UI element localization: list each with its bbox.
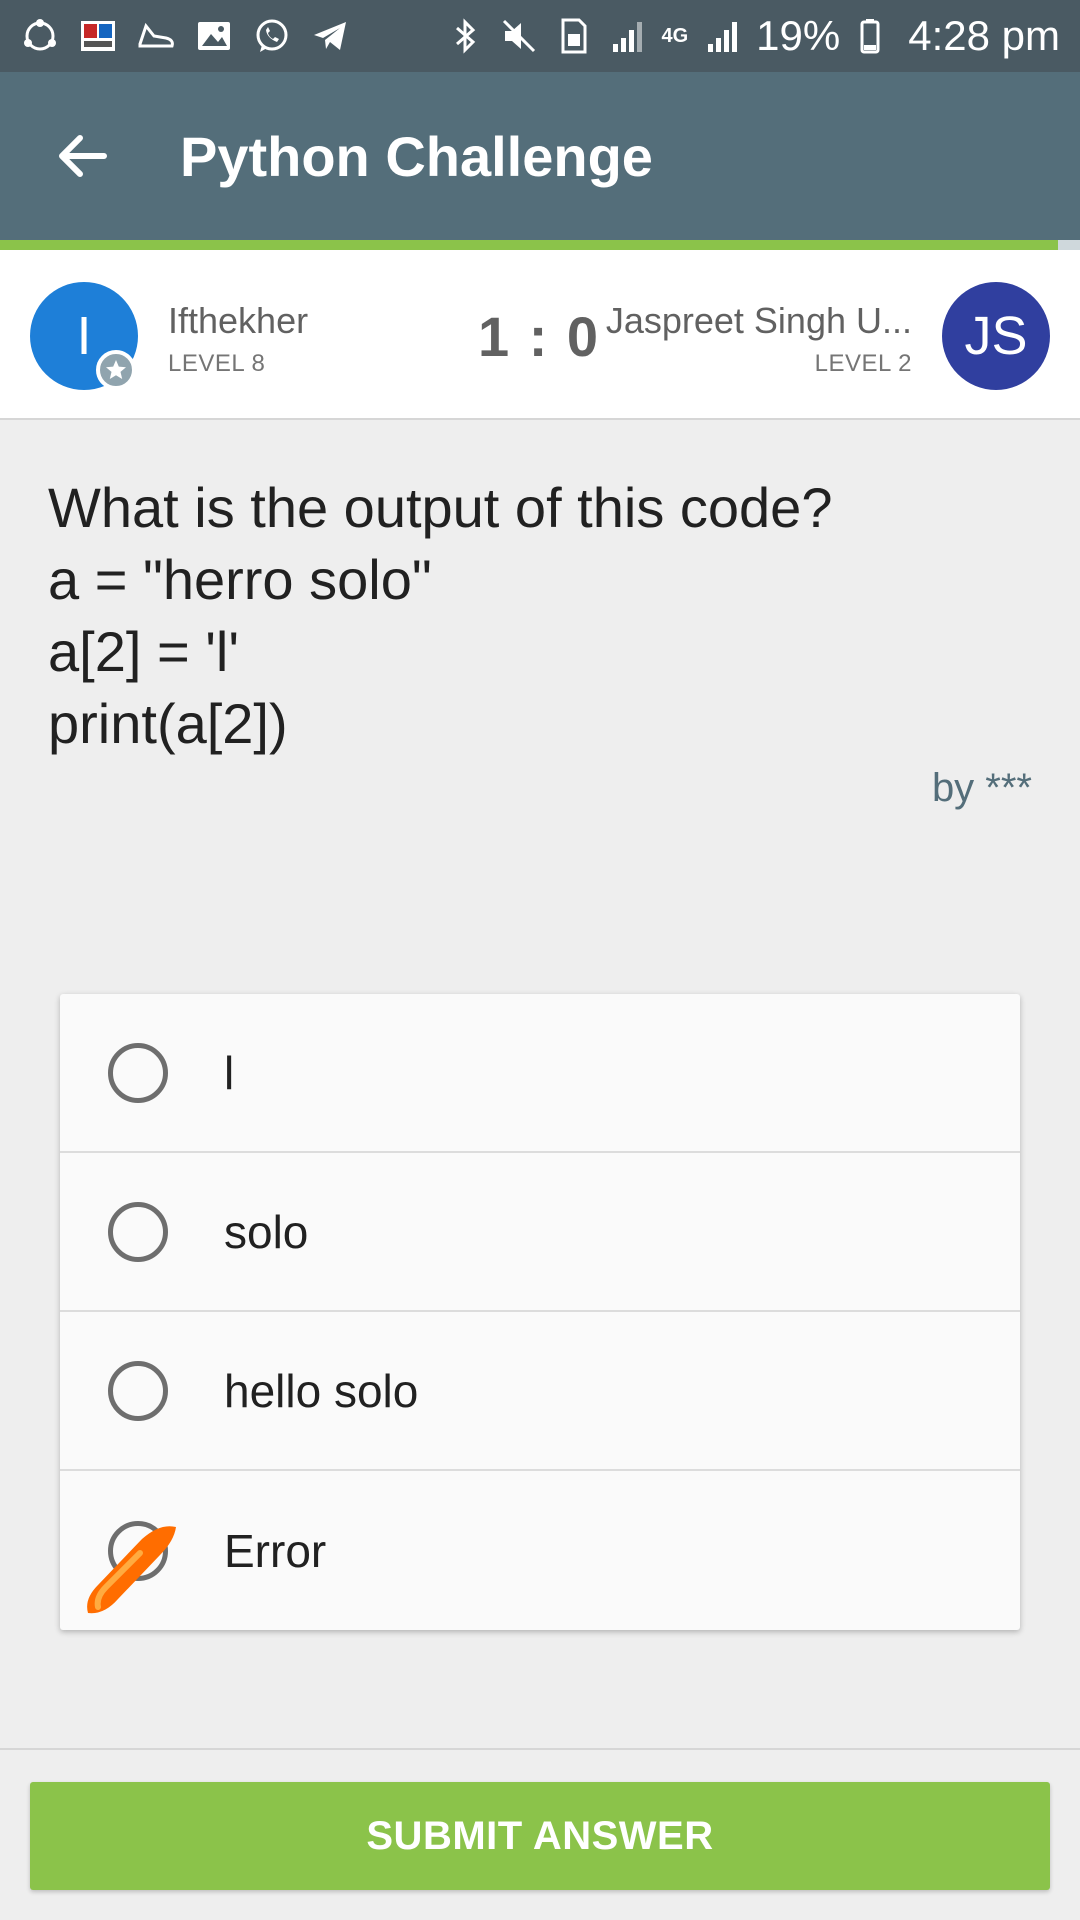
question-line: a = "herro solo" <box>48 548 432 611</box>
player1-name: Ifthekher <box>168 300 309 341</box>
question-text: What is the output of this code? a = "he… <box>48 472 1038 760</box>
answer-label: hello solo <box>224 1364 419 1417</box>
bluetooth-icon <box>445 16 485 56</box>
back-button[interactable] <box>22 96 142 216</box>
answer-option[interactable]: l <box>60 994 1020 1153</box>
status-bar: 4G 19% 4:28 pm <box>0 0 1080 72</box>
timer-progress-remaining <box>1058 240 1080 250</box>
shareit-icon <box>20 16 60 56</box>
player2-name: Jaspreet Singh U... <box>605 300 912 341</box>
star-badge-icon <box>96 350 136 390</box>
player2-initial: JS <box>964 306 1028 366</box>
score: 1 : 0 <box>478 305 601 368</box>
player1-initial: I <box>76 306 92 366</box>
app-bar: Python Challenge <box>0 72 1080 240</box>
answer-label: Error <box>224 1524 327 1577</box>
question-line: a[2] = 'l' <box>48 620 240 683</box>
arrow-back-icon <box>59 135 107 177</box>
question-line: print(a[2]) <box>48 692 288 755</box>
whatsapp-icon <box>252 16 292 56</box>
news-app-icon <box>78 16 118 56</box>
sim-icon <box>553 16 593 56</box>
submit-answer-button[interactable]: SUBMIT ANSWER <box>30 1782 1050 1890</box>
match-header: I Ifthekher LEVEL 8 1 : 0 Jaspreet Singh… <box>0 250 1080 420</box>
radio-button[interactable] <box>108 1042 168 1103</box>
player2-avatar[interactable]: JS <box>942 282 1050 390</box>
battery-icon <box>854 16 894 56</box>
answer-label: l <box>224 1046 235 1099</box>
radio-button[interactable] <box>108 1201 168 1262</box>
footer-divider <box>0 1748 1080 1750</box>
question-author: by *** <box>931 766 1032 810</box>
question-line: What is the output of this code? <box>48 476 833 539</box>
shoe-icon <box>136 16 176 56</box>
mute-icon <box>499 16 539 56</box>
gallery-icon <box>194 16 234 56</box>
signal-icon <box>702 16 742 56</box>
timer-progress-bar <box>0 240 1058 250</box>
answer-option[interactable]: hello solo <box>60 1312 1020 1471</box>
radio-button[interactable] <box>108 1360 168 1421</box>
player1-level: LEVEL 8 <box>168 350 266 377</box>
clock: 4:28 pm <box>908 12 1060 59</box>
signal-icon <box>607 16 647 56</box>
answer-option[interactable]: Error <box>60 1471 1020 1630</box>
answer-label: solo <box>224 1205 309 1258</box>
page-title: Python Challenge <box>180 124 653 188</box>
player2-level: LEVEL 2 <box>814 350 912 377</box>
network-type: 4G <box>661 24 689 47</box>
answer-list: l solo hello solo Error <box>60 994 1020 1630</box>
answer-option[interactable]: solo <box>60 1153 1020 1312</box>
touch-cursor-icon <box>87 1526 176 1614</box>
battery-percent: 19% <box>756 12 841 59</box>
telegram-icon <box>310 16 350 56</box>
